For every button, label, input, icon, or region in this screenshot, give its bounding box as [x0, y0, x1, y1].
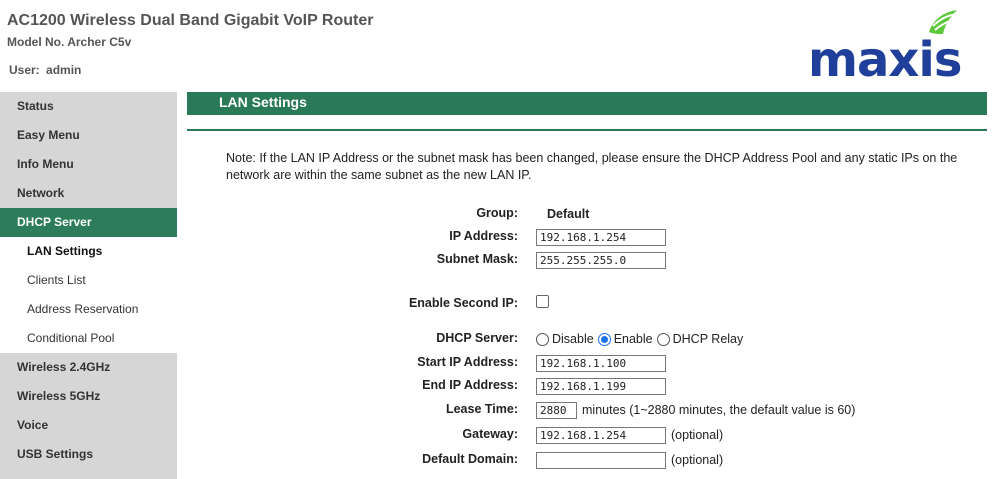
- group-row: Group: Default: [187, 204, 987, 224]
- sidebar-item-easy-menu[interactable]: Easy Menu: [0, 121, 177, 150]
- section-title: LAN Settings: [187, 92, 987, 115]
- router-title: AC1200 Wireless Dual Band Gigabit VoIP R…: [7, 12, 374, 29]
- sidebar-subitem-clients-list[interactable]: Clients List: [0, 266, 177, 295]
- dhcp-server-row: DHCP Server: Disable Enable DHCP Relay: [187, 329, 987, 349]
- start-ip-row: Start IP Address:: [187, 353, 987, 373]
- default-domain-label: Default Domain:: [422, 452, 518, 466]
- main-content: LAN Settings Note: If the LAN IP Address…: [187, 92, 987, 479]
- dhcp-disable-option[interactable]: Disable: [536, 332, 594, 346]
- logo-text: maxis: [808, 32, 961, 80]
- subnet-mask-row: Subnet Mask:: [187, 250, 987, 270]
- subnet-mask-label: Subnet Mask:: [436, 252, 518, 266]
- user-label: User:: [9, 63, 40, 77]
- dhcp-disable-label: Disable: [552, 332, 594, 346]
- sidebar-menu: Status Easy Menu Info Menu Network DHCP …: [0, 92, 177, 479]
- domain-optional-note: (optional): [671, 453, 724, 467]
- dhcp-submenu: LAN Settings Clients List Address Reserv…: [0, 237, 177, 353]
- lease-time-hint: minutes (1~2880 minutes, the default val…: [582, 403, 856, 417]
- second-ip-checkbox[interactable]: [536, 294, 549, 308]
- dhcp-enable-option[interactable]: Enable: [597, 332, 653, 346]
- sidebar-subitem-lan-settings[interactable]: LAN Settings: [0, 237, 177, 266]
- ip-address-label: IP Address:: [449, 229, 518, 243]
- end-ip-label: End IP Address:: [422, 378, 518, 392]
- header: AC1200 Wireless Dual Band Gigabit VoIP R…: [0, 0, 994, 90]
- sidebar-item-network[interactable]: Network: [0, 179, 177, 208]
- ip-address-row: IP Address:: [187, 227, 987, 247]
- lease-time-input[interactable]: [536, 401, 577, 419]
- gateway-row: Gateway: (optional): [187, 425, 987, 445]
- lease-time-row: Lease Time: minutes (1~2880 minutes, the…: [187, 400, 987, 420]
- note-text: Note: If the LAN IP Address or the subne…: [226, 151, 958, 182]
- sidebar-subitem-conditional-pool[interactable]: Conditional Pool: [0, 324, 177, 353]
- ip-address-input[interactable]: [536, 228, 666, 246]
- user-line: User: admin: [9, 63, 81, 77]
- lease-time-label: Lease Time:: [445, 402, 518, 416]
- sidebar-item-wireless-24ghz[interactable]: Wireless 2.4GHz: [0, 353, 177, 382]
- group-value: Default: [547, 207, 590, 221]
- sidebar-subitem-address-reservation[interactable]: Address Reservation: [0, 295, 177, 324]
- sidebar-item-usb-settings[interactable]: USB Settings: [0, 440, 177, 469]
- start-ip-input[interactable]: [536, 354, 666, 372]
- end-ip-row: End IP Address:: [187, 376, 987, 396]
- leaf-icon: [929, 10, 960, 34]
- dhcp-enable-label: Enable: [613, 332, 653, 346]
- second-ip-label: Enable Second IP:: [408, 296, 518, 310]
- dhcp-relay-option[interactable]: DHCP Relay: [656, 332, 744, 346]
- subnet-mask-input[interactable]: [536, 251, 666, 269]
- gateway-optional-note: (optional): [671, 428, 724, 442]
- default-domain-row: Default Domain: (optional): [187, 450, 987, 470]
- gateway-label: Gateway:: [462, 427, 518, 441]
- second-ip-row: Enable Second IP:: [187, 294, 987, 314]
- maxis-logo: maxis: [808, 10, 962, 80]
- default-domain-input[interactable]: [536, 451, 666, 469]
- dhcp-radio-group: Disable Enable DHCP Relay: [536, 329, 747, 349]
- sidebar-item-voice[interactable]: Voice: [0, 411, 177, 440]
- sidebar-item-status[interactable]: Status: [0, 92, 177, 121]
- sidebar-item-wireless-5ghz[interactable]: Wireless 5GHz: [0, 382, 177, 411]
- end-ip-input[interactable]: [536, 377, 666, 395]
- section-divider: [187, 129, 987, 131]
- dhcp-relay-radio[interactable]: [656, 332, 670, 346]
- user-name: admin: [46, 63, 82, 77]
- gateway-input[interactable]: [536, 426, 666, 444]
- dhcp-disable-radio[interactable]: [536, 332, 549, 346]
- dhcp-enable-radio[interactable]: [597, 332, 611, 346]
- group-label: Group:: [476, 206, 518, 220]
- start-ip-label: Start IP Address:: [417, 355, 518, 369]
- dhcp-relay-label: DHCP Relay: [672, 332, 744, 346]
- sidebar-item-info-menu[interactable]: Info Menu: [0, 150, 177, 179]
- sidebar-item-dhcp-server[interactable]: DHCP Server: [0, 208, 177, 237]
- dhcp-server-label: DHCP Server:: [436, 331, 518, 345]
- model-number: Model No. Archer C5v: [7, 35, 132, 49]
